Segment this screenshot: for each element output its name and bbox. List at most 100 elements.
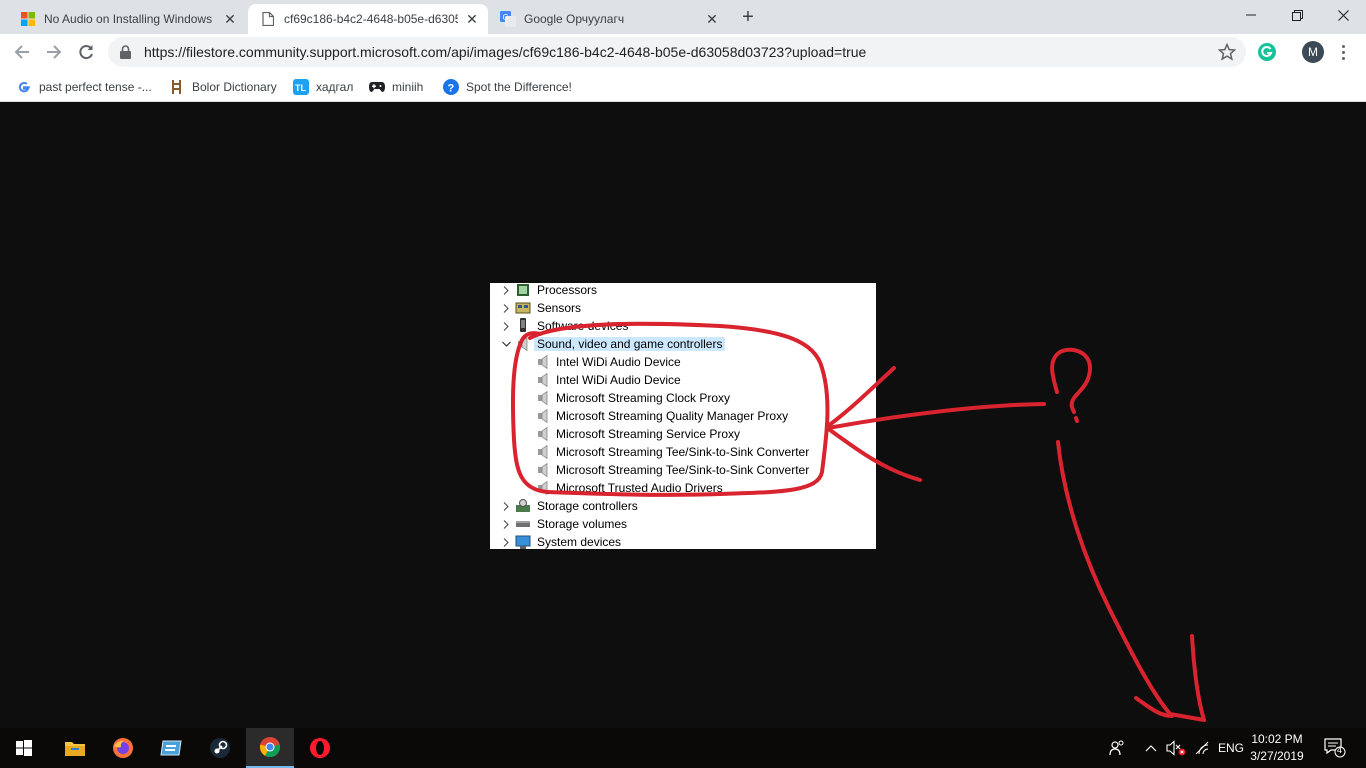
bookmark-label: Spot the Difference! xyxy=(466,80,572,94)
wifi-icon[interactable] xyxy=(1192,728,1214,768)
tab-title: cf69c186-b4c2-4648-b05e-d6305 xyxy=(284,12,458,26)
chevron-up-icon[interactable] xyxy=(1140,728,1162,768)
device-category-storage-volumes[interactable]: Storage volumes xyxy=(490,515,876,533)
bookmark-label: miniih xyxy=(392,80,424,94)
reload-button[interactable] xyxy=(72,38,100,66)
bookmark-item[interactable]: TL хадгал xyxy=(293,76,353,98)
chevron-right-icon[interactable] xyxy=(501,303,511,313)
profile-avatar[interactable]: M xyxy=(1302,41,1324,63)
device-item[interactable]: Intel WiDi Audio Device xyxy=(490,353,876,371)
device-category-storage-controllers[interactable]: Storage controllers xyxy=(490,497,876,515)
device-label: System devices xyxy=(537,535,622,549)
speaker-icon xyxy=(538,445,548,459)
tab-image[interactable]: cf69c186-b4c2-4648-b05e-d6305 ✕ xyxy=(248,4,488,34)
device-label: Intel WiDi Audio Device xyxy=(556,373,681,387)
steam-icon[interactable] xyxy=(196,728,244,768)
language-indicator[interactable]: ENG xyxy=(1216,728,1246,768)
restore-button[interactable] xyxy=(1274,0,1320,30)
speaker-icon xyxy=(538,463,548,477)
file-explorer-icon[interactable] xyxy=(51,728,99,768)
device-label: Storage controllers xyxy=(537,499,638,513)
chevron-right-icon[interactable] xyxy=(501,537,511,547)
address-bar[interactable]: https://filestore.community.support.micr… xyxy=(108,37,1246,67)
bookmark-item[interactable]: Bolor Dictionary xyxy=(169,76,277,98)
speaker-icon xyxy=(538,373,548,387)
device-category-processors[interactable]: Processors xyxy=(490,283,876,299)
storage-controller-icon xyxy=(516,499,530,512)
question-icon: ? xyxy=(443,79,459,95)
device-label: Microsoft Streaming Service Proxy xyxy=(556,427,741,441)
device-label: Microsoft Streaming Tee/Sink-to-Sink Con… xyxy=(556,463,810,477)
device-item[interactable]: Microsoft Streaming Tee/Sink-to-Sink Con… xyxy=(490,461,876,479)
back-button[interactable] xyxy=(8,38,36,66)
chrome-icon[interactable] xyxy=(246,728,294,768)
firefox-icon[interactable] xyxy=(99,728,147,768)
speaker-icon xyxy=(538,427,548,441)
speaker-muted-icon[interactable] xyxy=(1164,728,1188,768)
grammarly-extension-icon[interactable] xyxy=(1257,42,1277,62)
bookmark-label: past perfect tense -... xyxy=(39,80,152,94)
speaker-icon xyxy=(538,355,548,369)
windows-taskbar: ENG 10:02 PM 3/27/2019 4 xyxy=(0,728,1366,768)
bookmark-item[interactable]: miniih xyxy=(369,76,423,98)
svg-text:TL: TL xyxy=(295,83,306,93)
action-center-icon[interactable]: 4 xyxy=(1318,728,1352,768)
url-text: https://filestore.community.support.micr… xyxy=(144,44,867,60)
google-icon xyxy=(16,79,32,95)
photo-app-icon[interactable] xyxy=(147,728,195,768)
image-viewer: Processors Sensors Software devices Soun… xyxy=(0,102,1366,728)
browser-toolbar: https://filestore.community.support.micr… xyxy=(0,34,1366,71)
close-tab-icon[interactable]: ✕ xyxy=(704,11,720,27)
device-manager-screenshot: Processors Sensors Software devices Soun… xyxy=(490,283,876,549)
device-item[interactable]: Microsoft Trusted Audio Drivers xyxy=(490,479,876,497)
device-label: Microsoft Trusted Audio Drivers xyxy=(556,481,723,495)
tab-strip: No Audio on Installing Windows ✕ cf69c18… xyxy=(0,0,1366,34)
chevron-down-icon[interactable] xyxy=(501,339,511,349)
svg-text:?: ? xyxy=(448,83,455,95)
device-category-sensors[interactable]: Sensors xyxy=(490,299,876,317)
tab-google-translate[interactable]: G Google Орчуулагч ✕ xyxy=(488,4,728,34)
speaker-icon xyxy=(538,409,548,423)
device-label: Microsoft Streaming Quality Manager Prox… xyxy=(556,409,789,423)
device-item[interactable]: Microsoft Streaming Quality Manager Prox… xyxy=(490,407,876,425)
bookmark-item[interactable]: past perfect tense -... xyxy=(16,76,152,98)
tab-title: No Audio on Installing Windows xyxy=(44,12,213,26)
forward-arrow-icon xyxy=(47,45,62,59)
close-tab-icon[interactable]: ✕ xyxy=(464,11,480,27)
chevron-right-icon[interactable] xyxy=(501,501,511,511)
bookmarks-bar: past perfect tense -... Bolor Dictionary… xyxy=(0,71,1366,102)
new-tab-button[interactable]: + xyxy=(737,6,759,28)
gamepad-icon xyxy=(369,79,385,95)
system-device-icon xyxy=(515,535,531,549)
device-category-sound-video-game[interactable]: Sound, video and game controllers xyxy=(490,335,876,353)
chevron-right-icon[interactable] xyxy=(501,321,511,331)
device-label: Processors xyxy=(537,283,598,297)
lock-icon xyxy=(120,45,134,59)
bookmark-star-icon[interactable] xyxy=(1217,42,1237,66)
people-icon[interactable] xyxy=(1102,728,1132,768)
windows-start-icon[interactable] xyxy=(0,728,48,768)
storage-volume-icon xyxy=(516,521,530,527)
forward-button[interactable] xyxy=(40,38,68,66)
device-category-system-devices[interactable]: System devices xyxy=(490,533,876,549)
chevron-right-icon[interactable] xyxy=(501,519,511,529)
minimize-button[interactable] xyxy=(1228,0,1274,30)
device-item[interactable]: Microsoft Streaming Service Proxy xyxy=(490,425,876,443)
clock-date: 3/27/2019 xyxy=(1250,749,1304,763)
device-item[interactable]: Intel WiDi Audio Device xyxy=(490,371,876,389)
close-window-button[interactable] xyxy=(1320,0,1366,30)
device-label-selected: Sound, video and game controllers xyxy=(534,337,726,351)
bookmark-item[interactable]: ? Spot the Difference! xyxy=(443,76,572,98)
device-category-software-devices[interactable]: Software devices xyxy=(490,317,876,335)
device-item[interactable]: Microsoft Streaming Clock Proxy xyxy=(490,389,876,407)
speaker-icon xyxy=(538,391,548,405)
close-tab-icon[interactable]: ✕ xyxy=(222,11,238,27)
system-clock[interactable]: 10:02 PM 3/27/2019 xyxy=(1246,731,1308,765)
google-translate-icon: G xyxy=(500,11,516,27)
device-item[interactable]: Microsoft Streaming Tee/Sink-to-Sink Con… xyxy=(490,443,876,461)
tab-no-audio[interactable]: No Audio on Installing Windows ✕ xyxy=(8,4,246,34)
chevron-right-icon[interactable] xyxy=(501,285,511,295)
opera-icon[interactable] xyxy=(296,728,344,768)
device-label: Software devices xyxy=(537,319,629,333)
browser-menu-icon[interactable] xyxy=(1336,40,1350,64)
